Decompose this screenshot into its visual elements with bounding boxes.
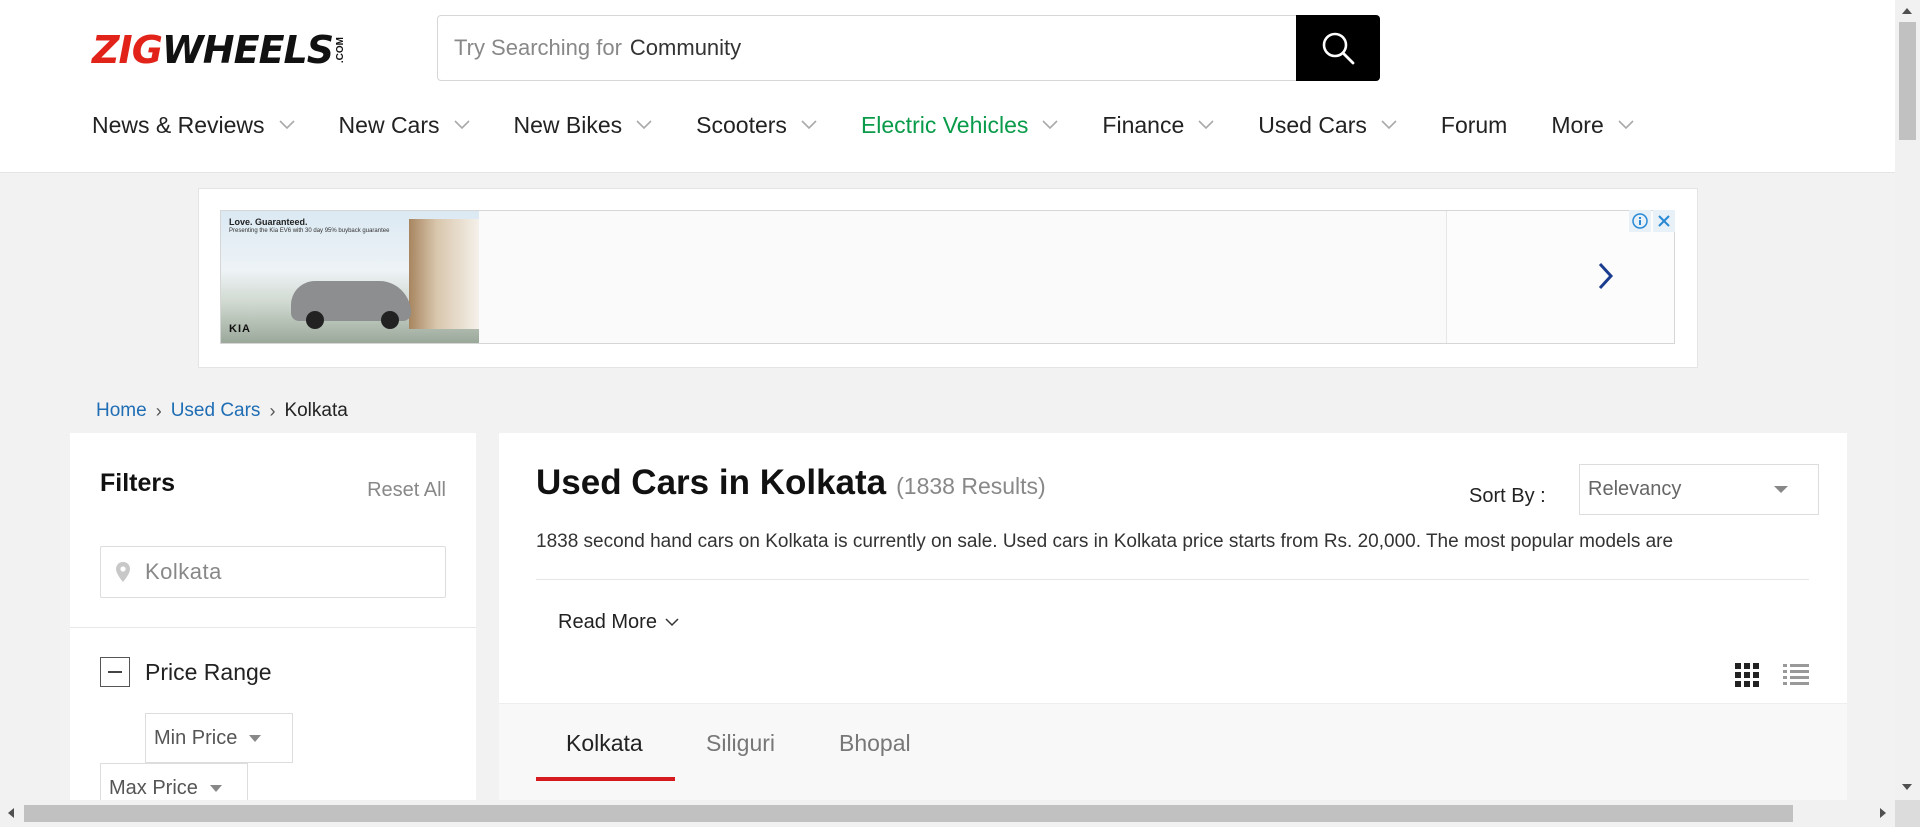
horizontal-scrollbar[interactable]: [0, 800, 1895, 827]
max-price-label: Max Price: [109, 776, 198, 799]
scrollbar-corner: [1895, 800, 1920, 827]
price-range-header[interactable]: Price Range: [100, 657, 272, 687]
caret-down-icon: [249, 734, 262, 742]
search-button[interactable]: [1296, 15, 1380, 81]
filters-panel: Filters Reset All Kolkata Price Range Mi…: [70, 433, 476, 813]
tab-siliguri[interactable]: Siliguri: [706, 704, 775, 782]
nav-item-new-cars[interactable]: New Cars: [339, 112, 470, 139]
site-header: ZIGWHEELS .COM Try Searching for Communi…: [0, 0, 1895, 173]
chevron-down-icon: [1042, 120, 1058, 130]
caret-down-icon: [1774, 486, 1788, 493]
description-divider: [536, 579, 1809, 580]
ad-controls: [1629, 210, 1675, 232]
nav-item-new-bikes[interactable]: New Bikes: [514, 112, 653, 139]
chevron-down-icon: [801, 120, 817, 130]
breadcrumb-separator: ›: [155, 400, 162, 421]
scroll-right-arrow-icon[interactable]: [1880, 808, 1886, 818]
nav-item-news-reviews[interactable]: News & Reviews: [92, 112, 295, 139]
filters-divider: [70, 627, 476, 628]
min-price-select[interactable]: Min Price: [145, 713, 293, 763]
nav-item-electric-vehicles[interactable]: Electric Vehicles: [861, 112, 1058, 139]
listing-panel: Used Cars in Kolkata (1838 Results) Sort…: [499, 433, 1847, 813]
chevron-down-icon: [665, 618, 679, 627]
page-title: Used Cars in Kolkata: [536, 463, 887, 502]
zigwheels-logo[interactable]: ZIGWHEELS .COM: [92, 30, 346, 70]
breadcrumb-used-cars[interactable]: Used Cars: [171, 400, 261, 422]
grid-view-icon[interactable]: [1735, 663, 1759, 692]
min-price-label: Min Price: [154, 726, 238, 749]
nav-item-forum[interactable]: Forum: [1441, 112, 1507, 139]
sort-select[interactable]: Relevancy: [1579, 464, 1819, 515]
vertical-scroll-thumb[interactable]: [1899, 22, 1916, 140]
chevron-down-icon: [636, 120, 652, 130]
main-nav: News & Reviews New Cars New Bikes Scoote…: [92, 108, 1678, 142]
scroll-left-arrow-icon[interactable]: [8, 808, 14, 818]
logo-wordmark: ZIGWHEELS: [92, 28, 334, 72]
city-tabs: Kolkata Siliguri Bhopal: [499, 703, 1847, 813]
ad-banner[interactable]: Love. Guaranteed. Presenting the Kia EV6…: [220, 210, 1675, 344]
read-more-label: Read More: [558, 611, 657, 633]
listing-description: 1838 second hand cars on Kolkata is curr…: [536, 531, 1674, 552]
ad-tagline: Love. Guaranteed.: [229, 217, 308, 227]
chevron-right-icon: [1598, 262, 1614, 290]
list-view-icon[interactable]: [1783, 663, 1809, 692]
search-input[interactable]: Try Searching for Community: [438, 16, 1296, 80]
location-pin-icon: [115, 561, 131, 583]
chevron-down-icon: [278, 120, 295, 130]
tab-kolkata[interactable]: Kolkata: [566, 704, 643, 782]
nav-item-finance[interactable]: Finance: [1102, 112, 1214, 139]
search-bar: Try Searching for Community: [437, 15, 1380, 81]
chevron-down-icon: [1381, 120, 1397, 130]
logo-suffix: .COM: [335, 36, 347, 64]
listing-heading: Used Cars in Kolkata (1838 Results): [536, 463, 1046, 503]
close-icon[interactable]: [1653, 210, 1675, 232]
ad-brand-logo: KIA: [229, 323, 251, 335]
info-icon[interactable]: [1629, 210, 1651, 232]
chevron-down-icon: [453, 120, 470, 130]
chevron-down-icon: [1198, 120, 1214, 130]
ad-image[interactable]: Love. Guaranteed. Presenting the Kia EV6…: [221, 211, 479, 343]
tab-bhopal[interactable]: Bhopal: [839, 704, 911, 782]
ad-banner-container: Love. Guaranteed. Presenting the Kia EV6…: [198, 188, 1698, 368]
reset-all-button[interactable]: Reset All: [367, 479, 446, 502]
chevron-down-icon: [1618, 120, 1634, 130]
city-input[interactable]: Kolkata: [100, 546, 446, 598]
read-more-button[interactable]: Read More: [558, 611, 679, 634]
nav-item-scooters[interactable]: Scooters: [696, 112, 817, 139]
horizontal-scroll-thumb[interactable]: [24, 805, 1793, 822]
breadcrumb: Home › Used Cars › Kolkata: [96, 400, 348, 422]
sort-select-value: Relevancy: [1588, 478, 1682, 500]
nav-item-more[interactable]: More: [1551, 112, 1634, 139]
scroll-down-arrow-icon[interactable]: [1902, 784, 1912, 790]
city-input-value: Kolkata: [145, 559, 222, 584]
ad-next-button[interactable]: [1591, 261, 1621, 291]
breadcrumb-separator: ›: [269, 400, 276, 421]
sort-by-label: Sort By :: [1469, 485, 1546, 507]
scroll-up-arrow-icon[interactable]: [1902, 8, 1912, 14]
vertical-scrollbar[interactable]: [1895, 0, 1920, 800]
results-count: (1838 Results): [896, 473, 1046, 499]
price-range-title: Price Range: [145, 658, 272, 685]
search-placeholder: Try Searching for: [454, 35, 622, 60]
search-icon: [1322, 32, 1355, 65]
search-suggestion: Community: [629, 35, 742, 60]
nav-item-used-cars[interactable]: Used Cars: [1258, 112, 1397, 139]
collapse-icon[interactable]: [100, 657, 130, 687]
breadcrumb-home[interactable]: Home: [96, 400, 147, 422]
active-tab-indicator: [536, 777, 675, 781]
breadcrumb-current: Kolkata: [284, 400, 348, 421]
ad-subline: Presenting the Kia EV6 with 30 day 95% b…: [229, 228, 390, 234]
filters-title: Filters: [100, 469, 176, 497]
caret-down-icon: [209, 784, 222, 792]
ad-content-area: [479, 211, 1447, 343]
